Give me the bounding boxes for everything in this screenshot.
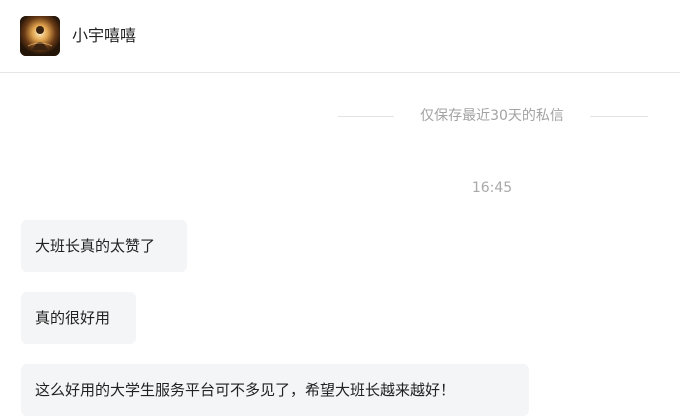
notice-divider-right [590, 116, 648, 117]
message-bubble[interactable]: 大班长真的太赞了 [21, 220, 187, 272]
message-bubble[interactable]: 这么好用的大学生服务平台可不多见了，希望大班长越来越好！ [21, 364, 529, 416]
notice-text: 仅保存最近30天的私信 [420, 108, 564, 124]
chat-header: 小宇嘻嘻 [0, 0, 680, 73]
message-bubble[interactable]: 真的很好用 [21, 292, 136, 344]
message-text: 大班长真的太赞了 [35, 237, 156, 255]
message-timestamp: 16:45 [471, 180, 513, 196]
notice-divider-left [338, 116, 394, 117]
avatar[interactable] [20, 16, 60, 56]
contact-name[interactable]: 小宇嘻嘻 [72, 25, 136, 47]
message-text: 真的很好用 [35, 309, 111, 327]
message-text: 这么好用的大学生服务平台可不多见了，希望大班长越来越好！ [35, 381, 456, 399]
avatar-image-icon [20, 16, 60, 56]
retention-notice: 仅保存最近30天的私信 [338, 105, 648, 127]
